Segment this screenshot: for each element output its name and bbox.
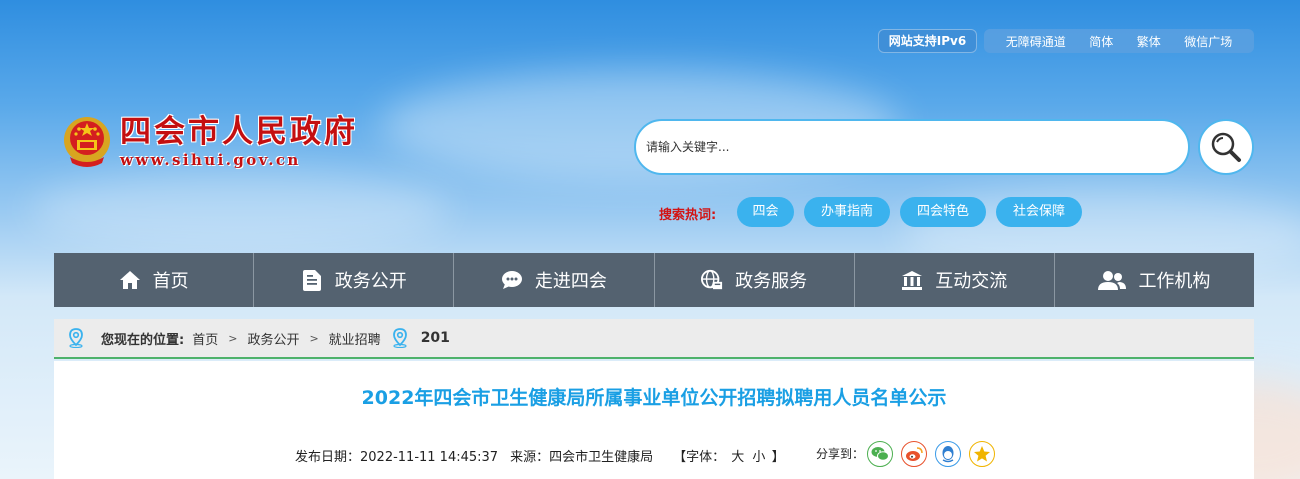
- qzone-share-button[interactable]: [969, 441, 995, 467]
- search-input[interactable]: [636, 121, 1188, 173]
- hot-tag-social-security[interactable]: 社会保障: [996, 197, 1082, 227]
- utility-links: 无障碍通道 简体 繁体 微信广场: [984, 29, 1254, 53]
- users-icon: [1098, 269, 1127, 291]
- hot-tag-guide[interactable]: 办事指南: [804, 197, 890, 227]
- accessibility-link[interactable]: 无障碍通道: [1006, 33, 1066, 50]
- wechat-share-button[interactable]: [867, 441, 893, 467]
- chevron-right-icon: >: [228, 331, 238, 345]
- building-icon: [901, 269, 923, 291]
- location-pin-icon: [392, 328, 407, 348]
- hot-tag-sihui[interactable]: 四会: [737, 197, 794, 227]
- qq-icon: [942, 446, 954, 463]
- visit-count: 201: [420, 330, 450, 346]
- national-emblem-icon: [64, 117, 110, 167]
- publish-date: 发布日期：2022-11-11 14:45:37: [295, 450, 499, 465]
- search-button[interactable]: [1198, 119, 1254, 175]
- hot-words-label: 搜索热词:: [659, 208, 717, 223]
- search-box: [634, 119, 1190, 175]
- font-large-button[interactable]: 大: [731, 450, 744, 465]
- nav-label: 政务服务: [735, 271, 808, 292]
- ipv6-badge: 网站支持IPv6: [878, 29, 977, 53]
- nav-label: 工作机构: [1138, 271, 1211, 292]
- logo-url: www.sihui.gov.cn: [120, 151, 301, 169]
- font-size-bracket: 】: [771, 450, 785, 465]
- weibo-share-button[interactable]: [901, 441, 927, 467]
- logo-title: 四会市人民政府: [120, 114, 358, 150]
- chat-icon: [501, 269, 523, 291]
- nav-home[interactable]: 首页: [54, 253, 255, 307]
- breadcrumb-home[interactable]: 首页: [192, 329, 218, 348]
- main-nav: 首页 政务公开 走进四会 政务服务 互动交流 工作机构: [54, 253, 1254, 307]
- wechat-plaza-link[interactable]: 微信广场: [1184, 33, 1232, 50]
- search-icon: [1211, 132, 1241, 162]
- nav-government-services[interactable]: 政务服务: [655, 253, 855, 307]
- qzone-icon: [974, 446, 990, 462]
- nav-label: 政务公开: [334, 271, 407, 292]
- nav-label: 走进四会: [534, 271, 607, 292]
- hot-tag-features[interactable]: 四会特色: [900, 197, 986, 227]
- article-panel: 2022年四会市卫生健康局所属事业单位公开招聘拟聘用人员名单公示 发布日期：20…: [54, 361, 1254, 479]
- nav-label: 首页: [152, 271, 189, 292]
- nav-label: 互动交流: [935, 271, 1008, 292]
- qq-share-button[interactable]: [935, 441, 961, 467]
- nav-institutions[interactable]: 工作机构: [1055, 253, 1254, 307]
- document-icon: [301, 269, 323, 291]
- site-logo[interactable]: 四会市人民政府 www.sihui.gov.cn: [62, 115, 358, 169]
- breadcrumb: 您现在的位置: 首页 > 政务公开 > 就业招聘 201: [54, 319, 1254, 359]
- article-meta: 发布日期：2022-11-11 14:45:37 来源：四会市卫生健康局 【字体…: [295, 446, 797, 465]
- simplified-chinese-link[interactable]: 简体: [1089, 33, 1113, 50]
- nav-about-sihui[interactable]: 走进四会: [454, 253, 655, 307]
- share-label: 分享到：: [816, 447, 865, 461]
- home-icon: [119, 269, 141, 291]
- article-title: 2022年四会市卫生健康局所属事业单位公开招聘拟聘用人员名单公示: [361, 387, 947, 409]
- font-size-control: 【字体： 大 小 】: [673, 446, 784, 465]
- nav-government-affairs[interactable]: 政务公开: [254, 253, 455, 307]
- location-pin-icon: [69, 328, 83, 348]
- font-small-button[interactable]: 小: [752, 450, 765, 465]
- nav-interaction[interactable]: 互动交流: [855, 253, 1055, 307]
- weibo-icon: [906, 447, 923, 461]
- wechat-icon: [871, 447, 889, 461]
- breadcrumb-employment[interactable]: 就业招聘: [329, 329, 381, 348]
- traditional-chinese-link[interactable]: 繁体: [1137, 33, 1161, 50]
- article-source: 来源：四会市卫生健康局: [510, 450, 654, 465]
- breadcrumb-government-affairs[interactable]: 政务公开: [247, 329, 299, 348]
- chevron-right-icon: >: [309, 331, 319, 345]
- breadcrumb-label: 您现在的位置:: [101, 332, 185, 348]
- font-size-label: 【字体：: [673, 450, 726, 465]
- globe-icon: [701, 269, 723, 291]
